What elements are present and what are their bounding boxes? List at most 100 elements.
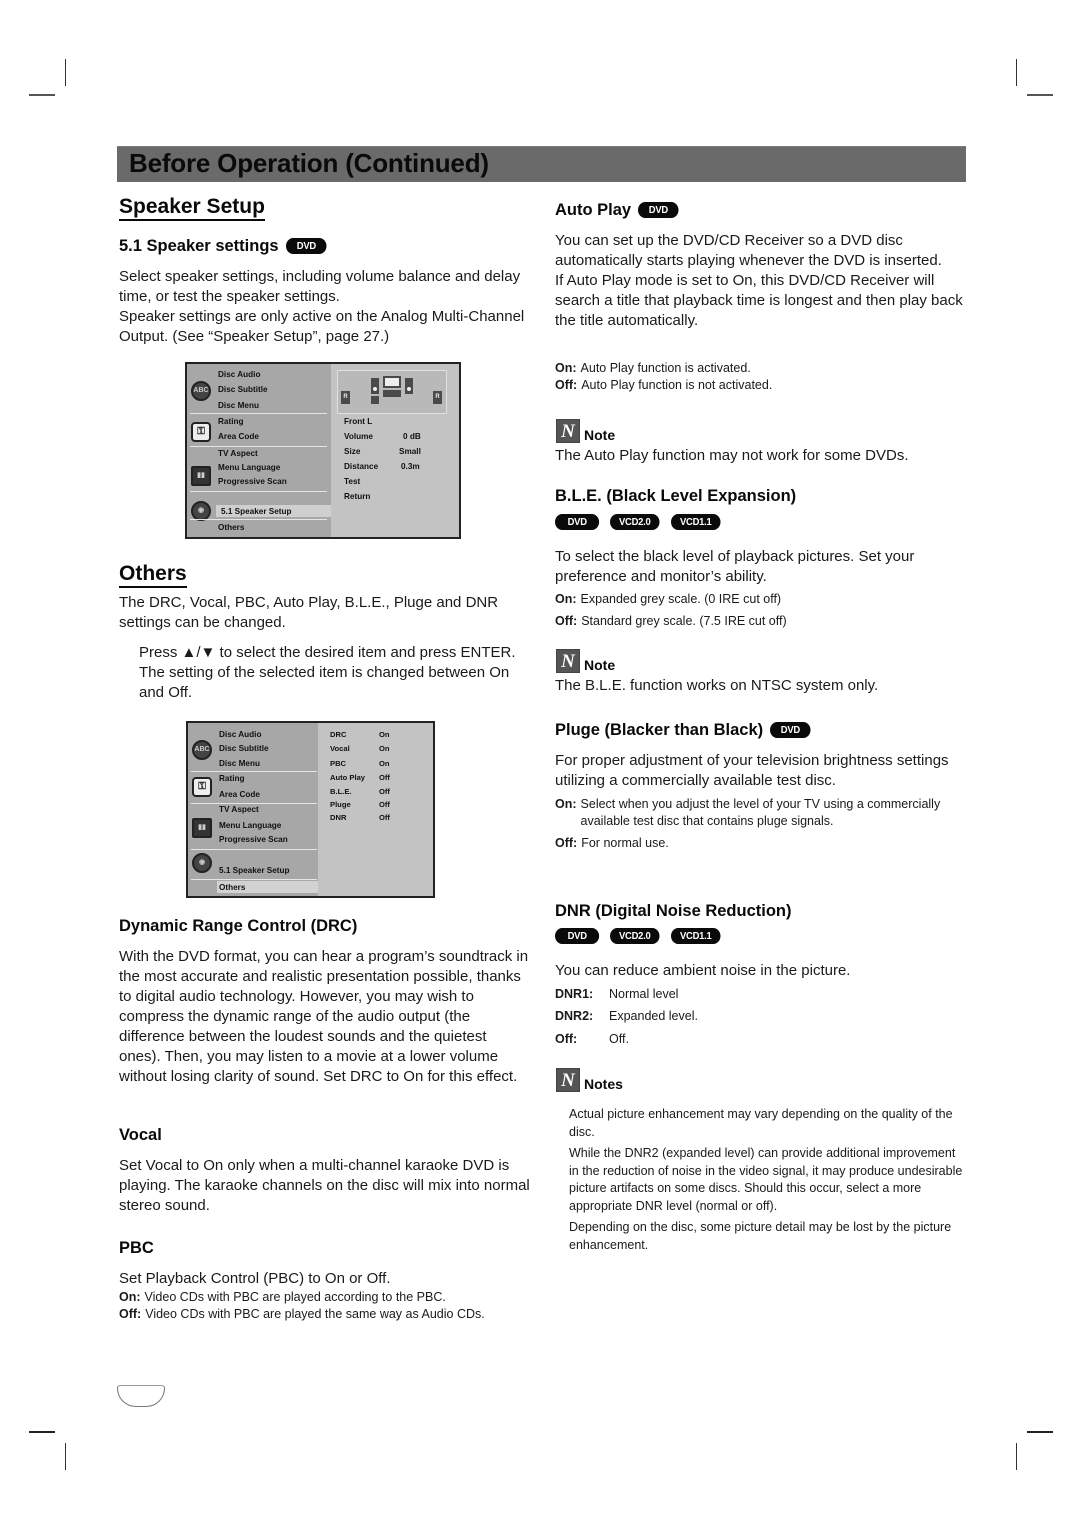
option-key: Off:	[555, 836, 578, 850]
vcd20-badge: VCD2.0	[610, 928, 660, 944]
note-label: Note	[584, 657, 616, 673]
auto-play-heading: Auto Play DVD	[555, 200, 683, 220]
crop-mark	[65, 59, 66, 86]
option-key: On:	[555, 592, 577, 606]
osd-divider	[190, 446, 327, 447]
crop-mark	[1016, 1443, 1017, 1470]
dnr-option-dnr2: DNR2: Expanded level.	[555, 1008, 967, 1025]
option-text: Auto Play function is activated.	[580, 361, 751, 375]
drc-body: With the DVD format, you can hear a prog…	[119, 948, 529, 1085]
osd-setting-value: Off	[379, 787, 390, 796]
osd-setting-label: Return	[344, 492, 371, 501]
auto-play-option-off: Off: Auto Play function is not activated…	[555, 377, 967, 394]
auto-play-note-text: The Auto Play function may not work for …	[555, 447, 909, 464]
osd-divider	[190, 491, 327, 492]
speaker-center	[383, 390, 401, 397]
osd-setting-value: Off	[379, 773, 390, 782]
disc-icon: ABC	[192, 740, 212, 760]
vcd20-badge: VCD2.0	[610, 514, 660, 530]
pluge-option-off: Off: For normal use.	[555, 835, 967, 852]
speaker-settings-paragraph: Select speaker settings, including volum…	[119, 268, 521, 305]
others-heading: Others	[119, 563, 187, 588]
pbc-body: Set Playback Control (PBC) to On or Off.	[119, 1270, 391, 1287]
pluge-heading: Pluge (Blacker than Black) DVD	[555, 720, 815, 740]
auto-play-paragraph: You can set up the DVD/CD Receiver so a …	[555, 232, 942, 269]
dnr-notes-header: N Notes	[556, 1068, 623, 1092]
osd-menu-item: Disc Subtitle	[218, 385, 268, 394]
osd-menu-item: Others	[218, 523, 245, 532]
vocal-heading: Vocal	[119, 1126, 162, 1144]
osd-setting-value: Off	[379, 800, 390, 809]
speaker-front-left	[371, 378, 379, 394]
dvd-badge: DVD	[638, 202, 679, 218]
option-text: Standard grey scale. (7.5 IRE cut off)	[581, 614, 787, 628]
note-icon: N	[556, 1068, 580, 1092]
pbc-option-off: Off: Video CDs with PBC are played the s…	[119, 1306, 531, 1323]
disc-icon: ABC	[191, 381, 211, 401]
speaker-rear-left: R	[341, 391, 350, 404]
speaker-settings-title: 5.1 Speaker settings	[119, 237, 279, 255]
osd-setting-label: Volume	[344, 432, 373, 441]
osd-menu-item: Menu Language	[219, 821, 282, 830]
dnr-note-item: Actual picture enhancement may vary depe…	[569, 1107, 953, 1139]
osd-setting-label: Test	[344, 477, 361, 486]
option-key: On:	[119, 1290, 141, 1304]
osd-setting-value: On	[379, 759, 390, 768]
option-key: Off:	[119, 1307, 142, 1321]
option-text: Normal level	[609, 987, 679, 1001]
drc-heading: Dynamic Range Control (DRC)	[119, 917, 358, 935]
dnr-heading: DNR (Digital Noise Reduction)	[555, 902, 792, 920]
osd-setting-value: On	[379, 744, 390, 753]
speaker-center-screen	[383, 376, 401, 388]
ble-note-text: The B.L.E. function works on NTSC system…	[555, 677, 879, 694]
speaker-icon: ◉	[191, 501, 211, 521]
crop-mark	[65, 1443, 66, 1470]
speaker-layout-diagram: R R	[337, 370, 447, 414]
option-key: On:	[555, 797, 577, 811]
osd-setting-value: Small	[399, 447, 421, 456]
osd-menu-item: TV Aspect	[219, 805, 259, 814]
osd-setting-label: Pluge	[330, 800, 351, 809]
osd-setting-label: PBC	[330, 759, 347, 768]
right-column: Auto Play DVD You can set up the DVD/CD …	[555, 0, 975, 1400]
osd-setting-label: DRC	[330, 730, 347, 739]
osd-menu-item: 5.1 Speaker Setup	[219, 866, 290, 875]
crop-mark	[1016, 59, 1017, 86]
osd-setting-label: Front L	[344, 417, 373, 426]
option-text: Select when you adjust the level of your…	[580, 797, 941, 828]
osd-menu-item: Rating	[219, 774, 245, 783]
option-text: Auto Play function is not activated.	[581, 378, 773, 392]
osd-menu-item: TV Aspect	[218, 449, 258, 458]
osd-menu-item: Area Code	[218, 432, 259, 441]
osd-divider	[191, 849, 317, 850]
ble-option-off: Off: Standard grey scale. (7.5 IRE cut o…	[555, 613, 967, 630]
tv-icon: ▮▮	[192, 818, 212, 838]
osd-menu-item: Menu Language	[218, 463, 281, 472]
dnr-option-off: Off: Off.	[555, 1031, 967, 1048]
osd-setting-value: 0 dB	[403, 432, 421, 441]
speaker-front-right	[405, 378, 413, 394]
osd-menu-item: Disc Audio	[218, 370, 261, 379]
osd-setting-value: On	[379, 730, 390, 739]
ble-note-header: N Note	[556, 649, 615, 673]
note-icon: N	[556, 419, 580, 443]
speaker-setup-heading: Speaker Setup	[119, 196, 265, 221]
dvd-badge: DVD	[770, 722, 811, 738]
auto-play-note-header: N Note	[556, 419, 615, 443]
ble-format-badges: DVD VCD2.0 VCD1.1	[555, 514, 726, 530]
osd-menu-item: Disc Menu	[219, 759, 260, 768]
option-text: For normal use.	[581, 836, 669, 850]
osd-menu-item: Disc Audio	[219, 730, 262, 739]
pluge-title: Pluge (Blacker than Black)	[555, 721, 764, 739]
tv-icon: ▮▮	[191, 466, 211, 486]
osd-divider	[191, 771, 317, 772]
dnr-note-item: Depending on the disc, some picture deta…	[569, 1220, 952, 1252]
vcd11-badge: VCD1.1	[671, 514, 721, 530]
option-key: DNR2:	[555, 1009, 594, 1023]
option-key: Off:	[555, 378, 578, 392]
option-key: On:	[555, 361, 577, 375]
dnr-option-dnr1: DNR1: Normal level	[555, 986, 967, 1003]
vocal-body: Set Vocal to On only when a multi-channe…	[119, 1157, 530, 1214]
osd-divider	[190, 519, 327, 520]
speaker-settings-paragraph: Speaker settings are only active on the …	[119, 308, 525, 345]
